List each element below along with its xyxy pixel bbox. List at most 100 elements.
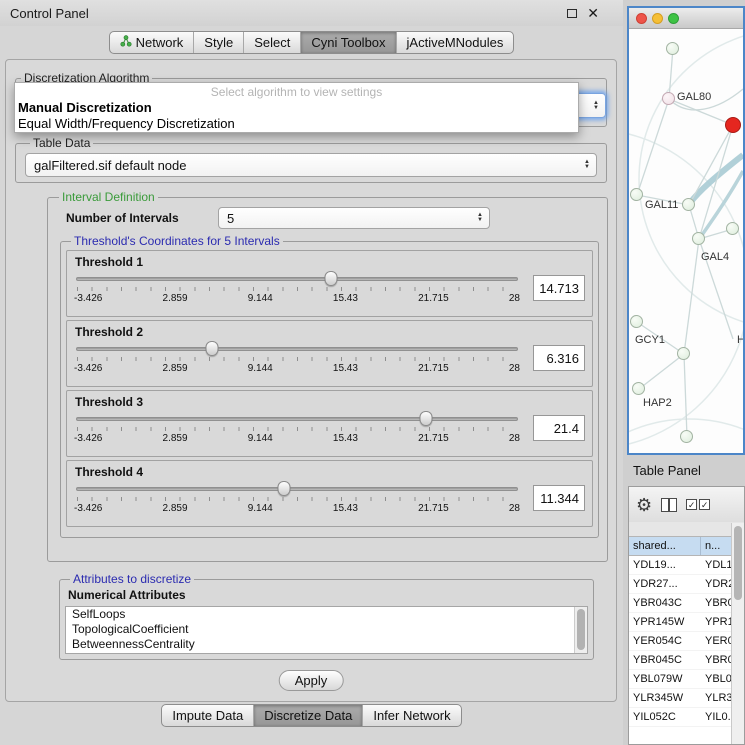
gear-icon[interactable]: ⚙: [636, 496, 652, 514]
scrollbar-thumb[interactable]: [577, 609, 585, 650]
threshold-2-value-field[interactable]: [533, 345, 585, 371]
tab-label: jActiveMNodules: [407, 35, 504, 50]
list-item[interactable]: TopologicalCoefficient: [66, 622, 587, 637]
slider-thumb[interactable]: [325, 271, 338, 286]
network-node-gal80[interactable]: [662, 92, 675, 105]
dropdown-option-equal-width-frequency[interactable]: Equal Width/Frequency Discretization: [15, 115, 578, 131]
slider-thumb[interactable]: [277, 481, 290, 496]
tab-select[interactable]: Select: [243, 32, 300, 53]
interval-definition-section: Interval Definition Number of Intervals …: [47, 190, 608, 562]
scale-label: 9.144: [248, 363, 273, 374]
list-item[interactable]: BetweennessCentrality: [66, 637, 587, 652]
checkbox-icon: ✓: [699, 499, 710, 510]
tab-label: Select: [254, 35, 290, 50]
node-label: GAL4: [701, 251, 729, 263]
tab-infer-network[interactable]: Infer Network: [362, 705, 460, 726]
threshold-4-value-field[interactable]: [533, 485, 585, 511]
select-columns-icons[interactable]: ✓ ✓: [686, 499, 710, 510]
cell: YDL19...: [629, 556, 701, 574]
tab-label: Discretize Data: [264, 708, 352, 723]
thresholds-coordinates-section: Threshold's Coordinates for 5 Intervals …: [60, 234, 599, 538]
node-label: HAP2: [643, 397, 672, 409]
slider-thumb[interactable]: [420, 411, 433, 426]
slider-scale: -3.426 2.859 9.144 15.43 21.715 28: [74, 433, 520, 444]
tab-label: Style: [204, 35, 233, 50]
number-of-intervals-value: 5: [227, 211, 234, 226]
scale-label: 28: [509, 293, 520, 304]
table-row[interactable]: YPR145W YPR1...: [629, 613, 744, 632]
threshold-2-slider[interactable]: -3.426 2.859 9.144 15.43 21.715 28: [74, 340, 520, 382]
network-node[interactable]: [726, 222, 739, 235]
table-data-combobox[interactable]: galFiltered.sif default node ▲▼: [25, 153, 597, 177]
scale-label: 2.859: [163, 363, 188, 374]
threshold-3-value-field[interactable]: [533, 415, 585, 441]
node-table: shared... n... YDL19... YDL1... YDR27...…: [629, 536, 744, 745]
threshold-3-slider[interactable]: -3.426 2.859 9.144 15.43 21.715 28: [74, 410, 520, 452]
table-row[interactable]: YER054C YER0...: [629, 632, 744, 651]
column-header-shared-name[interactable]: shared...: [629, 537, 701, 555]
network-node-selected[interactable]: [725, 117, 741, 133]
network-canvas[interactable]: GAL80 GAL11 GAL4 GCY1 H HAP2: [629, 29, 743, 453]
section-title: Threshold's Coordinates for 5 Intervals: [71, 234, 283, 248]
threshold-1-value-field[interactable]: [533, 275, 585, 301]
tab-style[interactable]: Style: [193, 32, 243, 53]
network-node-gal11[interactable]: [682, 198, 695, 211]
minimize-traffic-light[interactable]: [652, 13, 663, 24]
close-icon[interactable]: ✕: [587, 6, 599, 20]
table-panel-title: Table Panel: [625, 463, 701, 478]
tab-label: Infer Network: [373, 708, 450, 723]
columns-icon[interactable]: [661, 498, 677, 512]
list-item[interactable]: SelfLoops: [66, 607, 587, 622]
network-node-hap2[interactable]: [632, 382, 645, 395]
network-node[interactable]: [666, 42, 679, 55]
slider-track[interactable]: [76, 417, 518, 421]
table-row[interactable]: YBR043C YBR0...: [629, 594, 744, 613]
close-traffic-light[interactable]: [636, 13, 647, 24]
table-scrollbar[interactable]: [731, 523, 744, 744]
cyni-toolbox-panel: Discretization Algorithm ▲▼ Select algor…: [5, 59, 617, 702]
apply-button[interactable]: Apply: [279, 670, 344, 691]
zoom-traffic-light[interactable]: [668, 13, 679, 24]
table-row[interactable]: YDR27... YDR2...: [629, 575, 744, 594]
table-row[interactable]: YLR345W YLR3...: [629, 689, 744, 708]
cell: YPR145W: [629, 613, 701, 631]
network-node[interactable]: [680, 430, 693, 443]
network-node-gal4[interactable]: [692, 232, 705, 245]
scale-label: -3.426: [74, 433, 102, 444]
tab-discretize-data[interactable]: Discretize Data: [253, 705, 362, 726]
slider-track[interactable]: [76, 487, 518, 491]
float-window-icon[interactable]: [567, 9, 577, 18]
network-node-gcy1[interactable]: [630, 315, 643, 328]
network-icon: [120, 35, 132, 50]
threshold-1-slider[interactable]: -3.426 2.859 9.144 15.43 21.715 28: [74, 270, 520, 312]
number-of-intervals-combobox[interactable]: 5 ▲▼: [218, 207, 490, 229]
numerical-attributes-list[interactable]: SelfLoops TopologicalCoefficient Between…: [65, 606, 588, 654]
number-of-intervals-label: Number of Intervals: [66, 211, 218, 225]
slider-track[interactable]: [76, 347, 518, 351]
list-scrollbar[interactable]: [574, 607, 587, 653]
attributes-to-discretize-section: Attributes to discretize Numerical Attri…: [59, 572, 594, 660]
table-row[interactable]: YBL079W YBL0...: [629, 670, 744, 689]
bottom-tab-segmented-control: Impute Data Discretize Data Infer Networ…: [161, 704, 461, 727]
node-label: GAL11: [645, 199, 678, 211]
app-root: Control Panel ✕: [0, 0, 745, 745]
network-node[interactable]: [630, 188, 643, 201]
dropdown-option-manual-discretization[interactable]: Manual Discretization: [15, 99, 578, 115]
slider-track[interactable]: [76, 277, 518, 281]
slider-ticks: [77, 357, 517, 361]
cell: YER054C: [629, 632, 701, 650]
tab-network[interactable]: Network: [110, 32, 194, 53]
scale-label: -3.426: [74, 363, 102, 374]
network-node[interactable]: [677, 347, 690, 360]
tab-cyni-toolbox[interactable]: Cyni Toolbox: [300, 32, 395, 53]
tab-impute-data[interactable]: Impute Data: [162, 705, 253, 726]
table-row[interactable]: YBR045C YBR0...: [629, 651, 744, 670]
tab-jactivemnodules[interactable]: jActiveMNodules: [396, 32, 514, 53]
table-row[interactable]: YDL19... YDL1...: [629, 556, 744, 575]
cell: YIL052C: [629, 708, 701, 726]
table-row[interactable]: YIL052C YIL0...: [629, 708, 744, 727]
scrollbar-thumb[interactable]: [734, 526, 742, 600]
threshold-4-slider[interactable]: -3.426 2.859 9.144 15.43 21.715 28: [74, 480, 520, 522]
slider-scale: -3.426 2.859 9.144 15.43 21.715 28: [74, 363, 520, 374]
slider-thumb[interactable]: [206, 341, 219, 356]
